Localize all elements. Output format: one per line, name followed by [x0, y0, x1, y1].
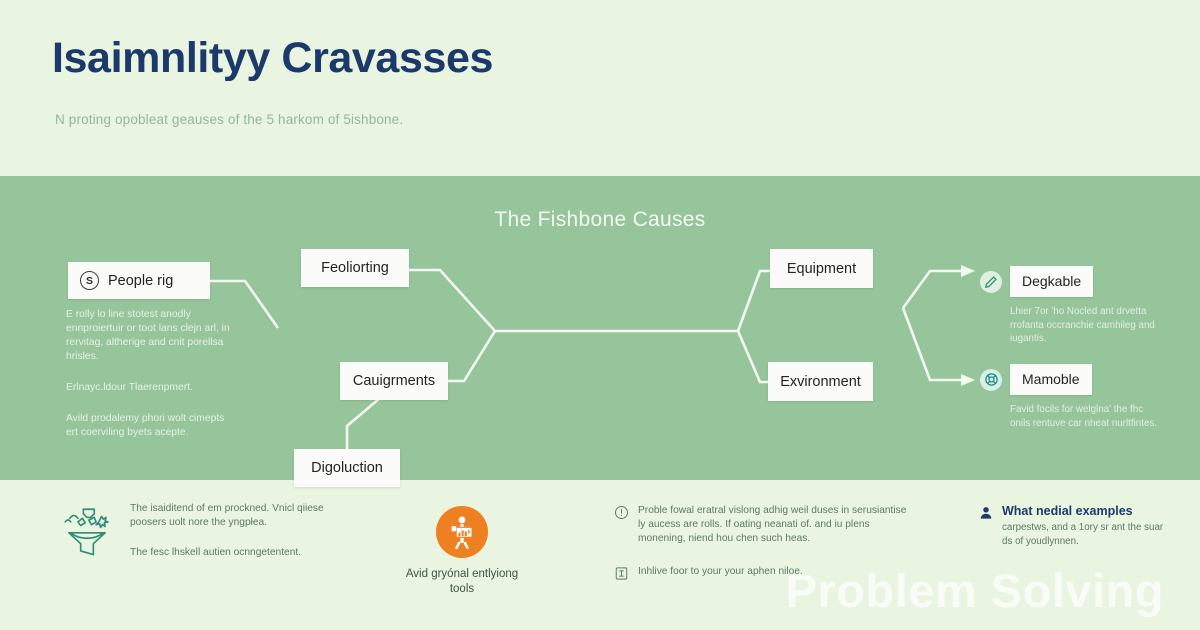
- bottom-orange-caption: Avid gryónal entlyiong tools: [405, 568, 519, 595]
- category-label-digoluction: Digoluction: [311, 460, 383, 476]
- category-label-cauigrments: Cauigrments: [352, 373, 436, 389]
- category-label-exvironment: Exvironment: [780, 373, 861, 390]
- bottom-orange-block[interactable]: Avid gryónal entlyiong tools: [404, 506, 520, 597]
- page-subtitle: N proting opobleat geauses of the 5 hark…: [55, 112, 404, 127]
- funnel-icon: [58, 502, 116, 565]
- left-note-3: Avild prodalemy phori wolt cimepts ert c…: [66, 413, 225, 438]
- watermark-text: Problem Solving: [785, 564, 1164, 617]
- category-box-exvironment[interactable]: Exvironment: [768, 362, 873, 401]
- s-badge-icon: S: [80, 271, 99, 290]
- info-circle-icon: [614, 505, 629, 525]
- user-badge-icon: [978, 505, 994, 526]
- document-icon: [614, 566, 629, 586]
- category-box-people[interactable]: S People rig: [68, 262, 210, 299]
- bottom-left-line-1: The isaiditend of em prockned. Vnicl qii…: [130, 503, 324, 528]
- detail-item-degkable[interactable]: Degkable Lhier 7or 'ho Nocled ant drvett…: [980, 266, 1160, 346]
- bottom-middle-row-1: Proble fowal eratral vislong adhig weil …: [614, 504, 914, 546]
- detail-head-mamoble: Mamoble: [980, 364, 1160, 395]
- detail-label-mamoble: Mamoble: [1010, 364, 1092, 395]
- poster-canvas: Isaimnlityy Cravasses N proting opobleat…: [0, 0, 1200, 630]
- bottom-right-text: What nedial examples carpestws, and a 1o…: [1002, 504, 1173, 548]
- bottom-middle-text-1: Proble fowal eratral vislong adhig weil …: [638, 505, 907, 544]
- detail-item-mamoble[interactable]: Mamoble Favid focils for welglna' the fh…: [980, 364, 1160, 430]
- detail-desc-mamoble: Favid focils for welglna' the fhc onils …: [1010, 404, 1158, 429]
- top-band: [0, 0, 1200, 176]
- bottom-left-text: The isaiditend of em prockned. Vnicl qii…: [130, 502, 345, 560]
- bottom-right-desc: carpestws, and a 1ory sr ant the suar ds…: [1002, 522, 1164, 547]
- bottom-middle-text-2: Inhlive foor to your your aphen niloe.: [638, 566, 803, 577]
- category-box-equipment[interactable]: Equipment: [770, 249, 873, 288]
- category-label-equipment: Equipment: [786, 260, 857, 277]
- category-label-feoliorting: Feoliorting: [321, 260, 389, 276]
- lifebuoy-icon: [980, 368, 1002, 391]
- detail-desc-degkable: Lhier 7or 'ho Nocled ant drvetta rrofant…: [1010, 306, 1155, 344]
- detail-head-degkable: Degkable: [980, 266, 1160, 297]
- category-box-feoliorting[interactable]: Feoliorting: [301, 249, 409, 287]
- bottom-right-title: What nedial examples: [1002, 504, 1133, 518]
- category-box-cauigrments[interactable]: Cauigrments: [340, 362, 448, 400]
- bottom-left-block: The isaiditend of em prockned. Vnicl qii…: [58, 502, 345, 565]
- left-note-2: Erlnayc.ldour Tlaerenpmert.: [66, 382, 193, 393]
- left-notes-block: E rolly lo line stotest anodly ennproier…: [66, 308, 238, 457]
- pen-icon: [980, 270, 1002, 293]
- left-note-1: E rolly lo line stotest anodly ennproier…: [66, 309, 230, 362]
- bottom-right-block: What nedial examples carpestws, and a 1o…: [978, 504, 1173, 548]
- detail-label-degkable: Degkable: [1010, 266, 1094, 297]
- category-label-people: People rig: [108, 272, 174, 289]
- page-title: Isaimnlityy Cravasses: [52, 34, 494, 82]
- bottom-left-line-2: The fesc lhskell autien ocnngetentent.: [130, 547, 302, 558]
- person-chart-icon: [436, 506, 488, 558]
- category-box-digoluction[interactable]: Digoluction: [294, 449, 400, 487]
